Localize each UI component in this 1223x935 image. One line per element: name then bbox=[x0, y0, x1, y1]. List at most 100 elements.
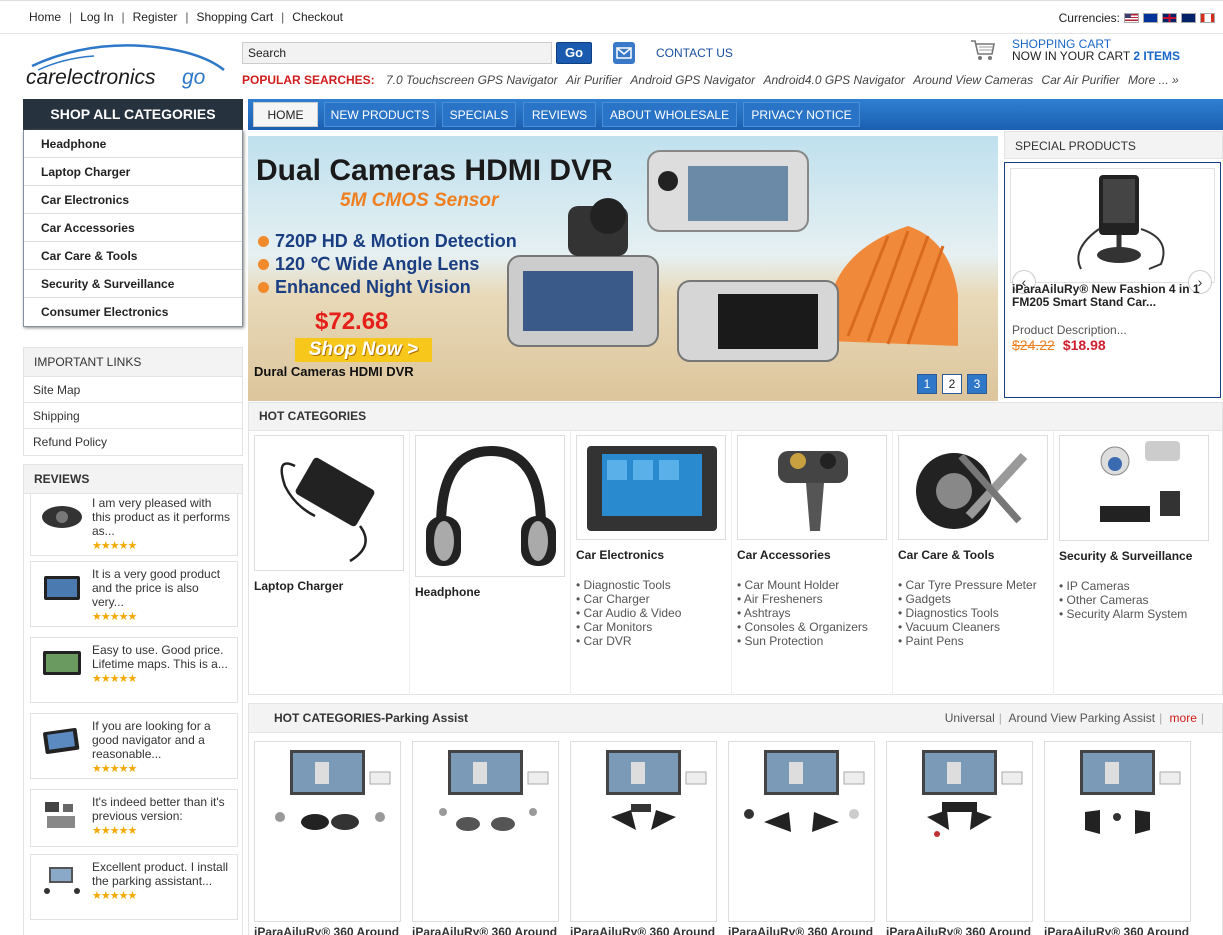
product-name[interactable]: iParaAiluRy® 360 Around bbox=[412, 925, 559, 935]
product-name[interactable]: iParaAiluRy® 360 Around bbox=[254, 925, 401, 935]
subcategory-link[interactable]: • Sun Protection bbox=[737, 634, 889, 648]
special-product-image[interactable] bbox=[1010, 168, 1215, 283]
parking-link-universal[interactable]: Universal bbox=[945, 711, 995, 725]
nav-reviews[interactable]: REVIEWS bbox=[523, 102, 596, 127]
product-image[interactable] bbox=[1044, 741, 1191, 922]
parking-link-around-view[interactable]: Around View Parking Assist bbox=[1009, 711, 1156, 725]
category-item[interactable]: Laptop Charger bbox=[24, 158, 242, 186]
nav-home[interactable]: HOME bbox=[253, 102, 318, 127]
hot-category-name[interactable]: Car Care & Tools bbox=[898, 548, 1050, 562]
subcategory-link[interactable]: • Car DVR bbox=[576, 634, 728, 648]
product-name[interactable]: iParaAiluRy® 360 Around bbox=[886, 925, 1033, 935]
hot-category-image[interactable] bbox=[1059, 435, 1209, 541]
gbp-flag-icon[interactable] bbox=[1162, 13, 1177, 23]
aud-flag-icon[interactable] bbox=[1181, 13, 1196, 23]
subcategory-link[interactable]: • Ashtrays bbox=[737, 606, 889, 620]
mail-icon[interactable] bbox=[613, 42, 635, 64]
product-image[interactable] bbox=[886, 741, 1033, 922]
important-link[interactable]: Shipping bbox=[24, 403, 242, 429]
review-item[interactable]: It is a very good product and the price … bbox=[30, 561, 238, 627]
hot-category-card[interactable]: Laptop Charger bbox=[254, 435, 406, 685]
nav-new-products[interactable]: NEW PRODUCTS bbox=[324, 102, 436, 127]
hot-category-card[interactable]: Car Care & Tools • Car Tyre Pressure Met… bbox=[898, 435, 1050, 685]
subcategory-link[interactable]: • Gadgets bbox=[898, 592, 1050, 606]
eur-flag-icon[interactable] bbox=[1143, 13, 1158, 23]
top-link-cart[interactable]: Shopping Cart bbox=[196, 10, 273, 24]
subcategory-link[interactable]: • Car Audio & Video bbox=[576, 606, 728, 620]
parking-more-link[interactable]: more bbox=[1170, 711, 1197, 725]
product-card[interactable]: iParaAiluRy® 360 Around bbox=[254, 741, 401, 935]
popular-more-link[interactable]: More ... » bbox=[1128, 73, 1179, 87]
popular-search-link[interactable]: Android4.0 GPS Navigator bbox=[763, 73, 904, 87]
popular-search-link[interactable]: Car Air Purifier bbox=[1041, 73, 1119, 87]
product-card[interactable]: iParaAiluRy® 360 Around bbox=[1044, 741, 1191, 935]
top-link-checkout[interactable]: Checkout bbox=[292, 10, 343, 24]
hot-category-name[interactable]: Car Electronics bbox=[576, 548, 728, 562]
special-product-name[interactable]: iParaAiluRy® New Fashion 4 in 1 FM205 Sm… bbox=[1012, 283, 1217, 309]
nav-privacy-notice[interactable]: PRIVACY NOTICE bbox=[743, 102, 860, 127]
hot-category-name[interactable]: Car Accessories bbox=[737, 548, 889, 562]
hot-category-card[interactable]: Car Accessories • Car Mount Holder • Air… bbox=[737, 435, 889, 685]
product-image[interactable] bbox=[570, 741, 717, 922]
hot-category-card[interactable]: Headphone bbox=[415, 435, 567, 685]
subcategory-link[interactable]: • Air Fresheners bbox=[737, 592, 889, 606]
hot-category-image[interactable] bbox=[254, 435, 404, 571]
top-link-home[interactable]: Home bbox=[29, 10, 61, 24]
site-logo[interactable]: carelectronics go bbox=[24, 40, 232, 92]
banner-page-1[interactable]: 1 bbox=[917, 374, 937, 394]
hot-category-card[interactable]: Car Electronics • Diagnostic Tools • Car… bbox=[576, 435, 728, 685]
search-go-button[interactable]: Go bbox=[556, 42, 592, 64]
subcategory-link[interactable]: • Diagnostics Tools bbox=[898, 606, 1050, 620]
hot-category-name[interactable]: Headphone bbox=[415, 585, 567, 599]
hot-category-image[interactable] bbox=[576, 435, 726, 540]
product-card[interactable]: iParaAiluRy® 360 Around bbox=[570, 741, 717, 935]
category-item[interactable]: Car Accessories bbox=[24, 214, 242, 242]
subcategory-link[interactable]: • IP Cameras bbox=[1059, 579, 1211, 593]
review-item[interactable]: If you are looking for a good navigator … bbox=[30, 713, 238, 779]
product-name[interactable]: iParaAiluRy® 360 Around bbox=[570, 925, 717, 935]
nav-about-wholesale[interactable]: ABOUT WHOLESALE bbox=[602, 102, 737, 127]
shop-now-button[interactable]: Shop Now > bbox=[295, 338, 432, 362]
review-item[interactable]: Excellent product. I install the parking… bbox=[30, 854, 238, 920]
product-name[interactable]: iParaAiluRy® 360 Around bbox=[1044, 925, 1191, 935]
review-item[interactable]: I am very pleased with this product as i… bbox=[30, 494, 238, 556]
shopping-cart-icon[interactable] bbox=[970, 38, 996, 62]
search-input[interactable] bbox=[242, 42, 552, 64]
cart-count[interactable]: 2 ITEMS bbox=[1133, 49, 1180, 63]
important-link[interactable]: Site Map bbox=[24, 377, 242, 403]
product-image[interactable] bbox=[728, 741, 875, 922]
top-link-login[interactable]: Log In bbox=[80, 10, 113, 24]
category-item[interactable]: Headphone bbox=[24, 130, 242, 158]
subcategory-link[interactable]: • Security Alarm System bbox=[1059, 607, 1211, 621]
subcategory-link[interactable]: • Car Mount Holder bbox=[737, 578, 889, 592]
product-image[interactable] bbox=[412, 741, 559, 922]
subcategory-link[interactable]: • Diagnostic Tools bbox=[576, 578, 728, 592]
hot-category-name[interactable]: Laptop Charger bbox=[254, 579, 406, 593]
hot-category-image[interactable] bbox=[898, 435, 1048, 540]
hot-category-card[interactable]: Security & Surveillance • IP Cameras • O… bbox=[1059, 435, 1211, 685]
category-item[interactable]: Car Electronics bbox=[24, 186, 242, 214]
banner-page-2[interactable]: 2 bbox=[942, 374, 962, 394]
contact-us-link[interactable]: CONTACT US bbox=[656, 46, 733, 60]
nav-specials[interactable]: SPECIALS bbox=[442, 102, 516, 127]
hot-category-image[interactable] bbox=[737, 435, 887, 540]
hero-banner[interactable]: Dual Cameras HDMI DVR 5M CMOS Sensor 720… bbox=[248, 136, 998, 401]
product-card[interactable]: iParaAiluRy® 360 Around bbox=[886, 741, 1033, 935]
subcategory-link[interactable]: • Vacuum Cleaners bbox=[898, 620, 1050, 634]
popular-search-link[interactable]: Around View Cameras bbox=[913, 73, 1033, 87]
cad-flag-icon[interactable] bbox=[1200, 13, 1215, 23]
subcategory-link[interactable]: • Car Charger bbox=[576, 592, 728, 606]
review-item[interactable]: It's indeed better than it's previous ve… bbox=[30, 789, 238, 847]
popular-search-link[interactable]: Android GPS Navigator bbox=[630, 73, 755, 87]
subcategory-link[interactable]: • Car Tyre Pressure Meter bbox=[898, 578, 1050, 592]
subcategory-link[interactable]: • Consoles & Organizers bbox=[737, 620, 889, 634]
product-image[interactable] bbox=[254, 741, 401, 922]
popular-search-link[interactable]: Air Purifier bbox=[566, 73, 622, 87]
top-link-register[interactable]: Register bbox=[133, 10, 178, 24]
category-item[interactable]: Consumer Electronics bbox=[24, 298, 242, 326]
important-link[interactable]: Refund Policy bbox=[24, 429, 242, 455]
category-item[interactable]: Car Care & Tools bbox=[24, 242, 242, 270]
subcategory-link[interactable]: • Paint Pens bbox=[898, 634, 1050, 648]
category-item[interactable]: Security & Surveillance bbox=[24, 270, 242, 298]
product-card[interactable]: iParaAiluRy® 360 Around bbox=[412, 741, 559, 935]
